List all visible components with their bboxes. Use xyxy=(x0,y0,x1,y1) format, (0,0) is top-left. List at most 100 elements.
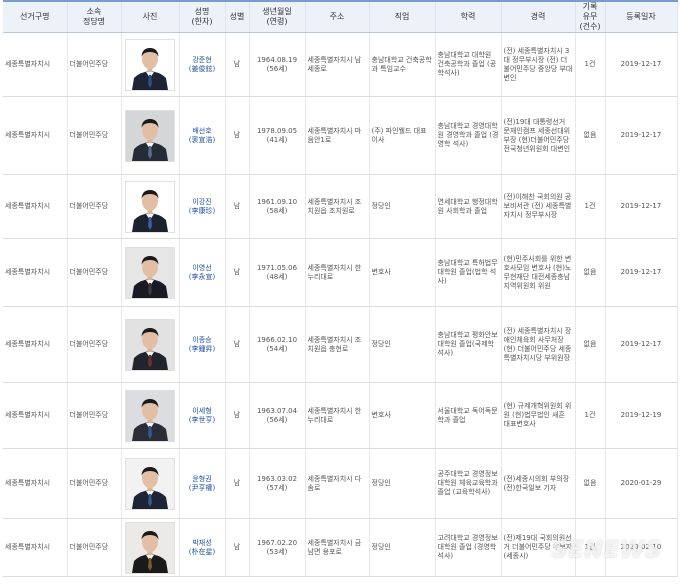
candidate-hanja-link[interactable]: (裵宣浩) xyxy=(182,136,223,145)
birth-date: 1966.02.10 xyxy=(256,335,298,344)
cell-career: (전)세종시의회 부의장 (전)한국일보 기자 xyxy=(501,448,576,519)
table-row: 세종특별자치시 더불어민주당 이영선 (李永宣) 남 1971.05.06 (4… xyxy=(3,238,678,307)
cell-education: 서울대학교 독어독문학과 졸업 xyxy=(435,382,502,449)
cell-district: 세종특별자치시 xyxy=(3,306,68,383)
header-name: 성명 (한자) xyxy=(179,0,226,33)
cell-district: 세종특별자치시 xyxy=(3,238,68,307)
candidate-name-link[interactable]: 윤형권 xyxy=(182,475,223,484)
person-portrait-icon xyxy=(126,319,174,370)
cell-job: 변호사 xyxy=(369,238,436,307)
cell-birth: 1961.09.10 (58세) xyxy=(249,174,306,239)
cell-address: 세종특별자치시 한누리대로 xyxy=(305,238,370,307)
age: (58세) xyxy=(266,206,288,215)
cell-job: 정당인 xyxy=(369,174,436,239)
candidate-hanja-link[interactable]: (姜俊鉉) xyxy=(182,65,223,74)
candidate-photo[interactable] xyxy=(125,389,175,442)
candidate-name-link[interactable]: 이강진 xyxy=(182,198,223,207)
candidate-photo[interactable] xyxy=(125,318,175,371)
cell-education: 충남대학교 경영대학원 경영학과 졸업 (경영학 석사) xyxy=(435,96,502,175)
person-portrait-icon xyxy=(126,458,174,509)
candidate-hanja-link[interactable]: (李康珍) xyxy=(182,207,223,216)
age: (57세) xyxy=(266,483,288,492)
cell-reg-date: 2019-12-17 xyxy=(605,238,678,307)
birth-date: 1961.09.10 xyxy=(256,197,298,206)
cell-criminal-record: 1건 xyxy=(575,382,606,449)
header-photo: 사진 xyxy=(121,0,180,33)
cell-address: 세종특별자치시 남세종로 xyxy=(305,32,370,97)
cell-name: 이강진 (李康珍) xyxy=(179,174,226,239)
candidate-photo[interactable] xyxy=(125,180,175,233)
cell-photo xyxy=(121,518,180,577)
cell-education: 충남대학교 특허법무대학원 졸업(법학 석사) xyxy=(435,238,502,307)
birth-date: 1971.05.06 xyxy=(256,263,298,272)
candidate-hanja-link[interactable]: (李世亨) xyxy=(182,416,223,425)
candidate-photo[interactable] xyxy=(125,457,175,510)
candidate-name-link[interactable]: 이종승 xyxy=(182,336,223,345)
cell-reg-date: 2019-12-17 xyxy=(605,174,678,239)
candidate-table-container: 선거구명 소속 정당명 사진 성명 (한자) 성별 생년월일 (연령) 주소 직… xyxy=(0,0,680,577)
cell-criminal-record: 없음 xyxy=(575,306,606,383)
cell-career: (현) 규제개혁위원회 위원 (현)법무법인 새흔 대표변호사 xyxy=(501,382,576,449)
header-career: 경력 xyxy=(501,0,576,33)
person-portrait-icon xyxy=(126,110,174,161)
candidate-photo[interactable] xyxy=(125,109,175,162)
cell-job: 충남대학교 건축공학과 특임교수 xyxy=(369,32,436,97)
cell-party: 더불어민주당 xyxy=(67,238,122,307)
person-portrait-icon xyxy=(126,390,174,441)
candidate-photo[interactable] xyxy=(125,38,175,91)
cell-career: (전)이해찬 국회의원 공보비서관 (전) 세종특별자치시 정무부시장 xyxy=(501,174,576,239)
cell-address: 세종특별자치시 마음안1로 xyxy=(305,96,370,175)
candidate-name-link[interactable]: 배선호 xyxy=(182,127,223,136)
candidate-hanja-link[interactable]: (朴在星) xyxy=(182,548,223,557)
cell-photo xyxy=(121,238,180,307)
cell-criminal-record: 1건 xyxy=(575,32,606,97)
cell-address: 세종특별자치시 조치원읍 충현로 xyxy=(305,306,370,383)
cell-birth: 1966.02.10 (54세) xyxy=(249,306,306,383)
cell-gender: 남 xyxy=(225,238,250,307)
candidate-photo[interactable] xyxy=(125,246,175,299)
cell-career: (전) 세종특별자치시 3대 정무부시장 (전) 더불어민주당 중앙당 부대변인 xyxy=(501,32,576,97)
age: (56세) xyxy=(266,64,288,73)
table-row: 세종특별자치시 더불어민주당 강준현 (姜俊鉉) 남 1964.08.19 (5… xyxy=(3,32,678,97)
cell-education: 충남대학교 평화안보대학원 졸업(국제학석사) xyxy=(435,306,502,383)
cell-district: 세종특별자치시 xyxy=(3,382,68,449)
candidate-name-link[interactable]: 박재성 xyxy=(182,539,223,548)
table-row: 세종특별자치시 더불어민주당 이강진 (李康珍) 남 1961.09.10 (5… xyxy=(3,174,678,239)
cell-name: 강준현 (姜俊鉉) xyxy=(179,32,226,97)
candidate-photo[interactable] xyxy=(125,521,175,574)
cell-criminal-record: 없음 xyxy=(575,96,606,175)
candidate-hanja-link[interactable]: (李永宣) xyxy=(182,273,223,282)
candidate-name-link[interactable]: 이세형 xyxy=(182,407,223,416)
cell-birth: 1963.03.02 (57세) xyxy=(249,448,306,519)
watermark-logo: SENEWS xyxy=(551,538,662,563)
header-education: 학력 xyxy=(435,0,502,33)
cell-party: 더불어민주당 xyxy=(67,306,122,383)
cell-birth: 1978.09.05 (41세) xyxy=(249,96,306,175)
cell-district: 세종특별자치시 xyxy=(3,174,68,239)
cell-name: 이종승 (李鍾昇) xyxy=(179,306,226,383)
candidate-hanja-link[interactable]: (尹亨權) xyxy=(182,484,223,493)
cell-district: 세종특별자치시 xyxy=(3,448,68,519)
candidate-name-link[interactable]: 이영선 xyxy=(182,264,223,273)
age: (54세) xyxy=(266,344,288,353)
cell-birth: 1967.02.20 (53세) xyxy=(249,518,306,577)
cell-district: 세종특별자치시 xyxy=(3,32,68,97)
cell-party: 더불어민주당 xyxy=(67,174,122,239)
cell-party: 더불어민주당 xyxy=(67,382,122,449)
birth-date: 1964.08.19 xyxy=(256,55,298,64)
table-row: 세종특별자치시 더불어민주당 윤형권 (尹亨權) 남 1963.03.02 (5… xyxy=(3,448,678,519)
person-portrait-icon xyxy=(126,181,174,232)
person-portrait-icon xyxy=(126,247,174,298)
cell-reg-date: 2019-12-17 xyxy=(605,96,678,175)
candidate-hanja-link[interactable]: (李鍾昇) xyxy=(182,345,223,354)
cell-birth: 1971.05.06 (48세) xyxy=(249,238,306,307)
cell-party: 더불어민주당 xyxy=(67,96,122,175)
cell-gender: 남 xyxy=(225,518,250,577)
cell-reg-date: 2020-01-29 xyxy=(605,448,678,519)
cell-reg-date: 2019-12-17 xyxy=(605,32,678,97)
cell-photo xyxy=(121,96,180,175)
age: (48세) xyxy=(266,272,288,281)
age: (56세) xyxy=(266,415,288,424)
candidate-name-link[interactable]: 강준현 xyxy=(182,56,223,65)
cell-job: 정당인 xyxy=(369,306,436,383)
